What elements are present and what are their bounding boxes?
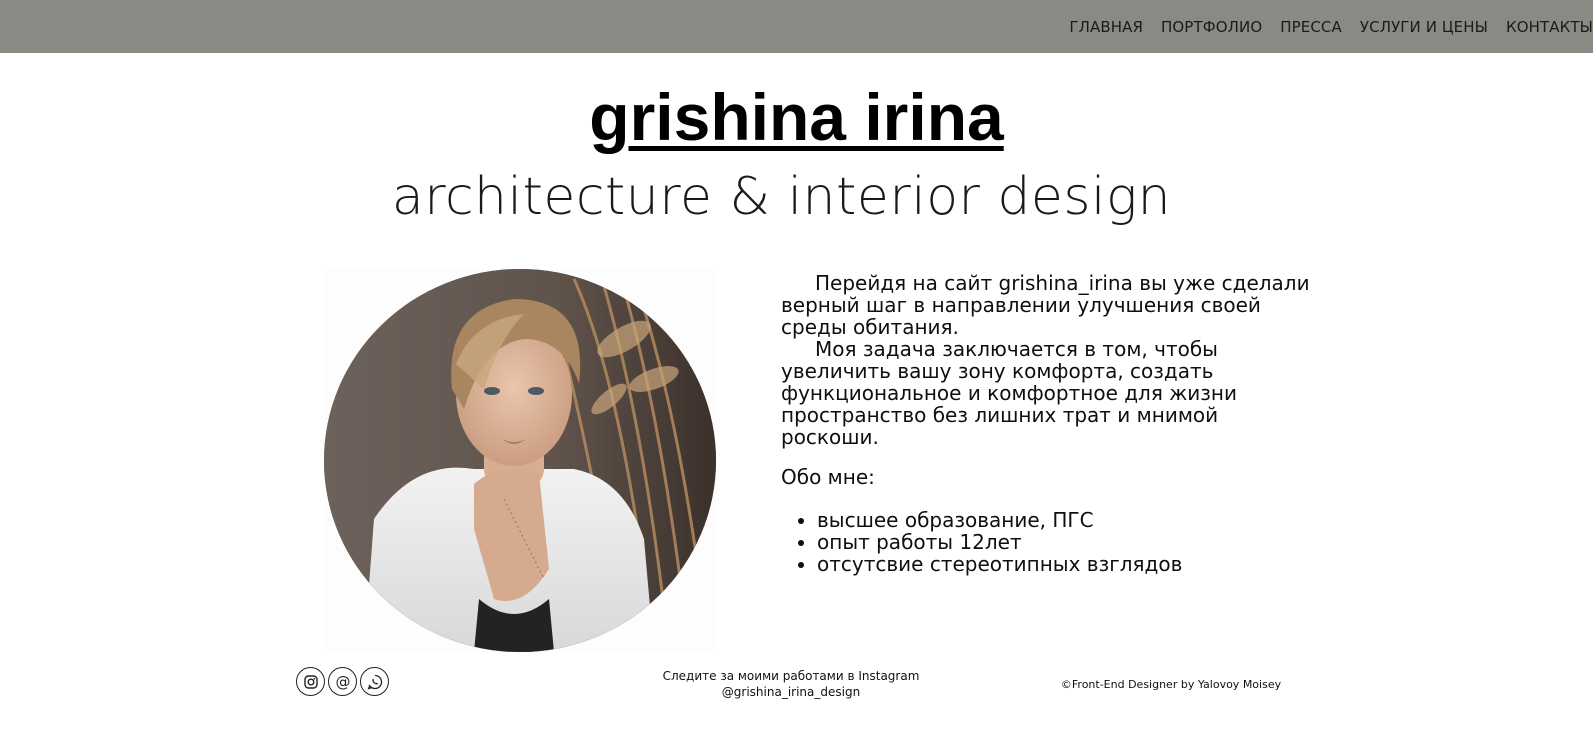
nav-link-home[interactable]: ГЛАВНАЯ (1069, 18, 1143, 36)
nav-link-press[interactable]: ПРЕССА (1280, 18, 1342, 36)
svg-text:@: @ (335, 673, 350, 691)
instagram-link[interactable] (296, 667, 325, 696)
instagram-follow: Следите за моими работами в Instagram @g… (640, 668, 942, 700)
whatsapp-icon (367, 674, 382, 689)
portrait-photo (324, 269, 716, 652)
site-tagline: architecture & interior design (391, 167, 1172, 227)
instagram-icon (303, 674, 318, 689)
email-link[interactable]: @ (328, 667, 357, 696)
email-icon: @ (335, 673, 350, 691)
portrait-illustration (324, 269, 716, 652)
brand-title[interactable]: grishina irina (589, 80, 1003, 154)
nav-link-portfolio[interactable]: ПОРТФОЛИО (1161, 18, 1262, 36)
list-item: отсутсвие стереотипных взглядов (817, 553, 1321, 575)
nav-link-contacts[interactable]: КОНТАКТЫ (1506, 18, 1593, 36)
instagram-handle-link[interactable]: @grishina_irina_design (722, 685, 860, 699)
list-item: высшее образование, ПГС (817, 509, 1321, 531)
intro-paragraph: Перейдя на сайт grishina_irina вы уже сд… (781, 271, 1310, 339)
portrait-container (324, 269, 716, 652)
social-links: @ (296, 667, 389, 696)
whatsapp-link[interactable] (360, 667, 389, 696)
about-section: Перейдя на сайт grishina_irina вы уже сд… (781, 272, 1321, 575)
about-facts-list: высшее образование, ПГС опыт работы 12ле… (781, 509, 1321, 575)
copyright-text: ©Front-End Designer by Yalovoy Moisey (1060, 678, 1282, 691)
list-item: опыт работы 12лет (817, 531, 1321, 553)
main-nav: ГЛАВНАЯ ПОРТФОЛИО ПРЕССА УСЛУГИ И ЦЕНЫ К… (1069, 0, 1593, 53)
about-me-heading: Обо мне: (781, 465, 875, 489)
mission-paragraph: Моя задача заключается в том, чтобы увел… (781, 337, 1237, 449)
top-navigation-bar: ГЛАВНАЯ ПОРТФОЛИО ПРЕССА УСЛУГИ И ЦЕНЫ К… (0, 0, 1593, 53)
site-brand: grishina irina (0, 78, 1593, 156)
nav-link-services-prices[interactable]: УСЛУГИ И ЦЕНЫ (1360, 18, 1488, 36)
follow-text: Следите за моими работами в Instagram (662, 669, 920, 683)
